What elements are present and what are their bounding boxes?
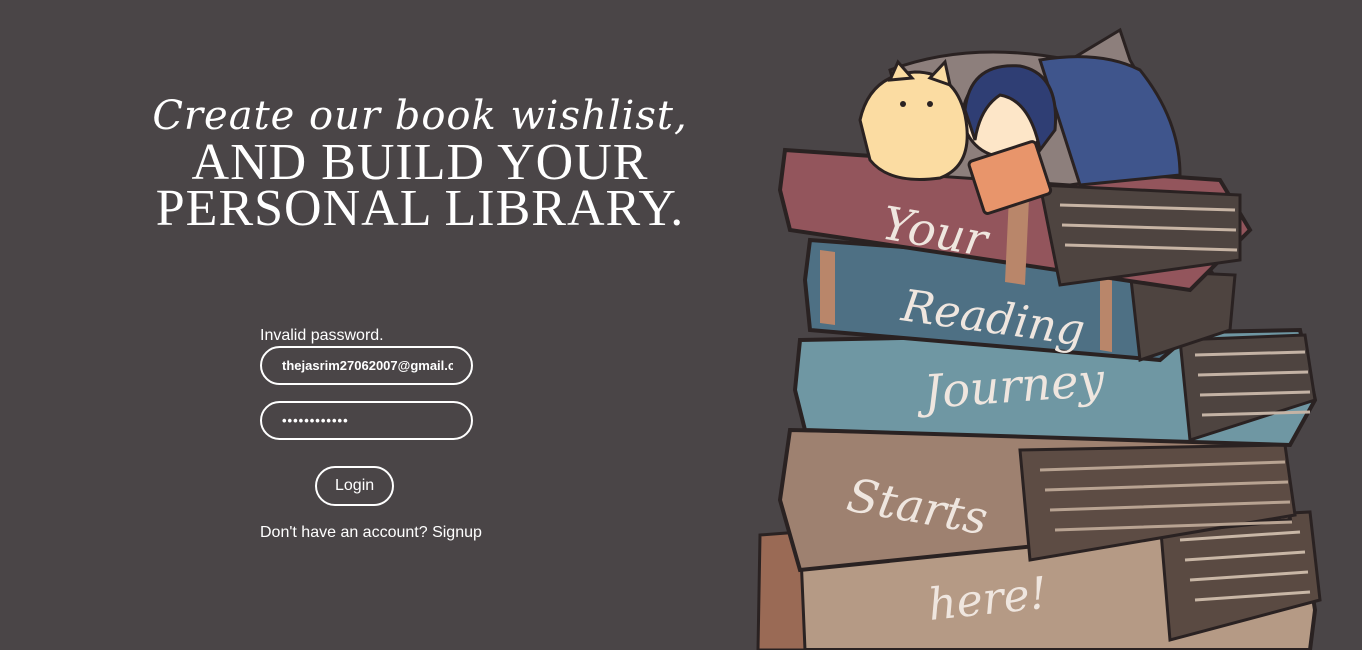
signup-link[interactable]: Signup (432, 524, 482, 541)
error-message: Invalid password. (260, 327, 384, 344)
hero-tagline-script: Create our book wishlist, (152, 93, 688, 139)
login-form: Invalid password. Login Don't have an ac… (260, 326, 520, 542)
signup-prompt-text: Don't have an account? (260, 524, 428, 541)
password-field[interactable] (260, 401, 473, 440)
login-button[interactable]: Login (315, 466, 395, 506)
hero-heading: Create our book wishlist, AND BUILD YOUR… (150, 92, 690, 237)
hero-title-line-2: PERSONAL LIBRARY. (155, 180, 685, 237)
signup-prompt: Don't have an account? Signup (260, 524, 520, 542)
email-field[interactable] (260, 346, 473, 385)
book-stack-illustration: Your Reading Journey Starts here! (756, 27, 1322, 650)
login-page: Create our book wishlist, AND BUILD YOUR… (0, 0, 1362, 650)
